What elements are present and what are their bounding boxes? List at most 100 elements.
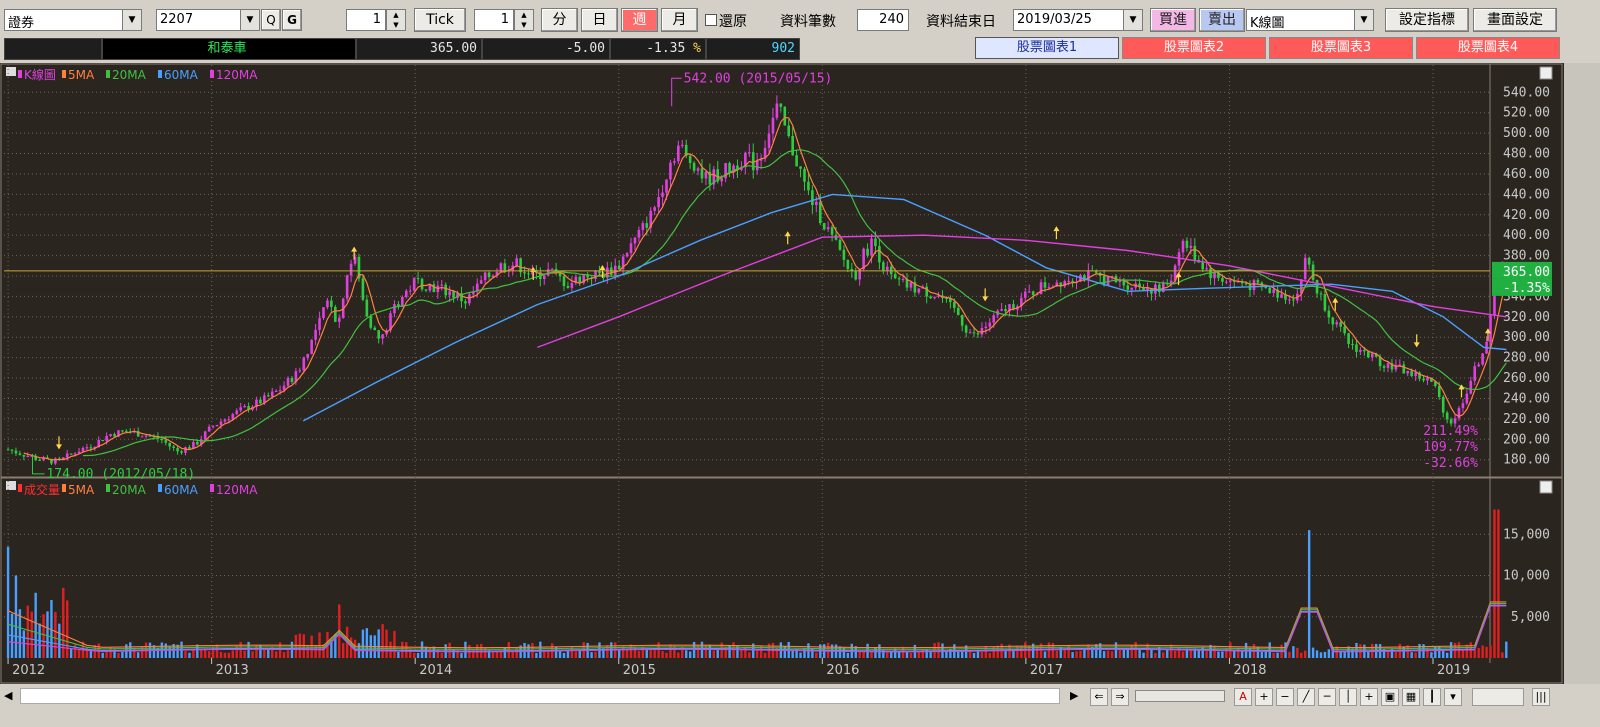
volume-bar <box>957 651 960 658</box>
market-dropdown-button[interactable]: ▼ <box>122 9 142 31</box>
volume-bar <box>692 641 696 658</box>
chart-area[interactable]: 540.00 520.00 500.00 480.00 460.00 440.00 420.… <box>0 63 1564 684</box>
info-pct-cell: -1.35 % <box>610 38 706 60</box>
tick-spinner-arrows[interactable]: ▲ ▼ <box>386 9 406 31</box>
legend-swatch <box>158 70 162 78</box>
candle-body <box>1402 364 1406 374</box>
volume-bar <box>1296 647 1299 658</box>
chart-type-dropdown-button[interactable]: ▼ <box>1354 9 1374 31</box>
restore-checkbox[interactable] <box>705 14 717 26</box>
indicator-settings-button[interactable]: 設定指標 <box>1385 8 1469 32</box>
candle-body <box>22 454 26 457</box>
volume-bar <box>239 642 242 658</box>
horizontal-scrollbar[interactable] <box>20 688 1060 704</box>
tick-spinner[interactable]: 1 <box>346 9 386 31</box>
bars-icon[interactable]: ||| <box>1532 688 1550 706</box>
tab-chart-2[interactable]: 股票圖表2 <box>1122 37 1266 59</box>
zoom-in-icon[interactable]: + <box>1255 688 1273 706</box>
volume-bar <box>77 648 81 658</box>
candle-body <box>870 238 873 256</box>
pan-left-icon[interactable]: ⇐ <box>1090 688 1108 706</box>
candle-body <box>373 327 377 331</box>
scroll-right-icon[interactable]: ▶ <box>1070 688 1084 704</box>
volume-bar <box>152 645 156 658</box>
volume-bar <box>286 650 290 658</box>
candle-body <box>26 456 30 458</box>
candle-body <box>1445 412 1449 420</box>
scroll-left-icon[interactable]: ◀ <box>4 688 18 704</box>
volume-tick-label: 5,000 <box>1511 610 1550 625</box>
volume-bar <box>416 652 420 658</box>
volume-bar <box>594 651 597 658</box>
volume-bar <box>1079 650 1082 658</box>
vertical-scrollbar[interactable] <box>1564 63 1600 684</box>
tick-button[interactable]: Tick <box>414 8 466 32</box>
chart-svg[interactable]: 540.00 520.00 500.00 480.00 460.00 440.00 420.… <box>0 63 1564 684</box>
line-style-select[interactable] <box>1472 688 1524 706</box>
volume-bar <box>763 652 767 658</box>
zoom-out-icon[interactable]: − <box>1276 688 1294 706</box>
end-date-label: 資料結束日 <box>926 14 996 30</box>
candle-body <box>1347 333 1350 344</box>
record-count-input[interactable]: 240 <box>857 9 909 31</box>
more-dropdown-icon[interactable]: ▾ <box>1444 688 1462 706</box>
volume-bar <box>984 645 988 658</box>
period-month-button[interactable]: 月 <box>661 8 698 32</box>
market-select[interactable]: 證券 <box>4 9 122 31</box>
candle-body <box>1000 309 1003 311</box>
tab-chart-4[interactable]: 股票圖表4 <box>1416 37 1560 59</box>
trendline-icon[interactable]: ╱ <box>1297 688 1315 706</box>
candle-body <box>1201 262 1204 270</box>
volume-tick-label: 15,000 <box>1503 527 1550 542</box>
candle-body <box>1023 291 1027 298</box>
end-date-dropdown-button[interactable]: ▼ <box>1123 9 1143 31</box>
year-label: 2016 <box>826 663 859 678</box>
volume-bar <box>893 648 897 658</box>
buy-button[interactable]: 買進 <box>1150 8 1196 32</box>
pan-right-icon[interactable]: ⇒ <box>1111 688 1129 706</box>
period-spinner[interactable]: 1 <box>474 9 514 31</box>
candle-body <box>1307 257 1311 265</box>
period-day-button[interactable]: 日 <box>581 8 618 32</box>
end-date-input[interactable]: 2019/03/25 <box>1013 9 1123 31</box>
candle-body <box>728 163 731 173</box>
year-label: 2015 <box>623 663 656 678</box>
sell-button[interactable]: 賣出 <box>1199 8 1245 32</box>
candle-body <box>795 155 798 167</box>
legend-swatch <box>158 484 162 492</box>
screen-settings-button[interactable]: 畫面設定 <box>1473 8 1557 32</box>
text-tool-icon[interactable]: A <box>1234 688 1252 706</box>
zoom-slider[interactable] <box>1135 690 1225 702</box>
candle-icon[interactable]: ┃ <box>1423 688 1441 706</box>
symbol-dropdown-button[interactable]: ▼ <box>240 9 260 31</box>
period-minute-button[interactable]: 分 <box>541 8 578 32</box>
legend-swatch <box>62 484 66 492</box>
search-button[interactable]: Q <box>261 9 281 31</box>
hline-icon[interactable]: ─ <box>1318 688 1336 706</box>
symbol-input[interactable]: 2207 <box>156 9 240 31</box>
g-button[interactable]: G <box>282 9 302 31</box>
y-tick-label: 260.00 <box>1503 371 1550 386</box>
grid-icon[interactable]: ▦ <box>1402 688 1420 706</box>
tab-chart-1[interactable]: 股票圖表1 <box>975 37 1119 59</box>
volume-bar <box>495 651 499 658</box>
candle-body <box>968 332 972 334</box>
y-tick-label: 480.00 <box>1503 147 1550 162</box>
volume-bar <box>960 651 964 658</box>
volume-bar <box>1430 652 1433 658</box>
period-week-button[interactable]: 週 <box>621 8 658 32</box>
tab-chart-3[interactable]: 股票圖表3 <box>1269 37 1413 59</box>
volume-bar <box>968 650 972 658</box>
crosshair-icon[interactable]: + <box>1360 688 1378 706</box>
volume-bar <box>1248 647 1252 658</box>
volume-bar <box>511 651 514 658</box>
vline-icon[interactable]: │ <box>1339 688 1357 706</box>
chart-type-select[interactable]: K線圖 <box>1246 9 1354 31</box>
candle-body <box>669 162 672 180</box>
volume-bar <box>755 650 759 658</box>
period-spinner-arrows[interactable]: ▲ ▼ <box>514 9 534 31</box>
image-icon[interactable]: ▣ <box>1381 688 1399 706</box>
volume-bar <box>1410 652 1413 658</box>
candle-body <box>298 370 302 372</box>
candle-body <box>747 152 751 154</box>
